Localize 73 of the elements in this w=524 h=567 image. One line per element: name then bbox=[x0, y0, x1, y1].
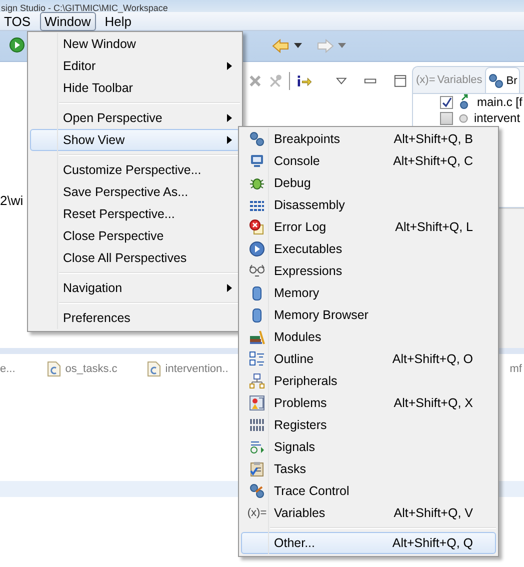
menu-item[interactable]: (x)= Variables Alt+Shift+Q, V bbox=[241, 502, 496, 524]
breakpoint-label: intervent bbox=[474, 111, 520, 125]
menu-item[interactable]: Show View bbox=[30, 129, 240, 151]
editor-tab[interactable]: intervention.. bbox=[147, 361, 228, 377]
submenu-arrow-icon bbox=[226, 62, 232, 70]
menu-bar-item[interactable]: TOS bbox=[0, 12, 36, 30]
menu-item[interactable]: Console Alt+Shift+Q, C bbox=[241, 150, 496, 172]
checkbox[interactable] bbox=[440, 96, 453, 108]
menu-item[interactable]: Hide Toolbar bbox=[30, 77, 240, 99]
menu-item[interactable]: Editor bbox=[30, 55, 240, 77]
menu-item[interactable]: Tasks bbox=[241, 458, 496, 480]
menu-bar-item[interactable]: Window bbox=[40, 12, 96, 30]
books-icon bbox=[249, 329, 265, 345]
menu-item[interactable]: Problems Alt+Shift+Q, X bbox=[241, 392, 496, 414]
breakpoint-icon bbox=[459, 114, 468, 122]
editor-tab[interactable]: mf bbox=[510, 363, 522, 375]
outline-icon bbox=[249, 351, 265, 367]
menu-item[interactable]: Close All Perspectives bbox=[30, 247, 240, 269]
menu-item[interactable]: Signals bbox=[241, 436, 496, 458]
two-circles-icon bbox=[488, 72, 504, 88]
menu-item[interactable]: Executables bbox=[241, 238, 496, 260]
menu-item[interactable]: Debug bbox=[241, 172, 496, 194]
file-icon bbox=[147, 361, 162, 377]
monitor-icon bbox=[249, 153, 265, 169]
menu-item[interactable]: Memory Browser bbox=[241, 304, 496, 326]
menu-item[interactable]: Trace Control bbox=[241, 480, 496, 502]
menu-bar-item[interactable]: Help bbox=[100, 12, 136, 30]
menu-item[interactable]: Reset Perspective... bbox=[30, 203, 240, 225]
minimize-icon[interactable] bbox=[364, 76, 378, 86]
view-menu-icon[interactable] bbox=[336, 77, 348, 85]
menu-item[interactable]: Navigation bbox=[30, 277, 240, 299]
signal-arrow-icon bbox=[249, 439, 265, 455]
menu-item[interactable]: Modules bbox=[241, 326, 496, 348]
menu-item[interactable]: Outline Alt+Shift+Q, O bbox=[241, 348, 496, 370]
binary-digits-icon bbox=[249, 417, 265, 433]
breakpoint-arrow-icon bbox=[459, 94, 471, 110]
menu-item[interactable]: Peripherals bbox=[241, 370, 496, 392]
menu-item[interactable]: Other... Alt+Shift+Q, Q bbox=[241, 532, 496, 554]
file-icon bbox=[47, 361, 62, 377]
editor-tab[interactable]: e... bbox=[0, 363, 16, 375]
error-note-icon bbox=[249, 219, 265, 235]
maximize-icon[interactable] bbox=[394, 74, 407, 88]
run-icon[interactable] bbox=[9, 36, 25, 52]
editor-tab[interactable]: os_tasks.c bbox=[47, 361, 118, 377]
window-title: sign Studio - C:\GIT\MIC\MIC_Workspace bbox=[1, 2, 168, 14]
caret-icon[interactable] bbox=[294, 43, 302, 49]
variables-icon: (x)= bbox=[247, 507, 267, 519]
menu-item[interactable]: Expressions bbox=[241, 260, 496, 282]
breakpoint-label: main.c [f bbox=[477, 95, 522, 109]
glasses-icon bbox=[249, 263, 265, 279]
menu-item[interactable]: Breakpoints Alt+Shift+Q, B bbox=[241, 128, 496, 150]
warning-board-icon bbox=[249, 395, 265, 411]
path-text: 2\wi bbox=[0, 193, 24, 208]
menu-item[interactable]: Preferences bbox=[30, 307, 240, 329]
clipboard-icon bbox=[249, 461, 265, 477]
menu-item[interactable]: Disassembly bbox=[241, 194, 496, 216]
tree-diagram-icon bbox=[249, 373, 265, 389]
menu-item[interactable]: Open Perspective bbox=[30, 107, 240, 129]
play-icon bbox=[249, 241, 265, 257]
submenu-arrow-icon bbox=[226, 114, 232, 122]
step-into-icon[interactable] bbox=[296, 73, 312, 89]
menu-item[interactable]: Customize Perspective... bbox=[30, 159, 240, 181]
view-tab[interactable]: Br bbox=[485, 67, 520, 93]
menu-item[interactable]: Registers bbox=[241, 414, 496, 436]
linked-circles-icon bbox=[249, 483, 265, 499]
submenu-arrow-icon bbox=[226, 284, 232, 292]
menu-item[interactable]: Memory bbox=[241, 282, 496, 304]
submenu-arrow-icon bbox=[226, 136, 232, 144]
menu-item[interactable]: Close Perspective bbox=[30, 225, 240, 247]
menu-item[interactable]: Save Perspective As... bbox=[30, 181, 240, 203]
checkbox[interactable] bbox=[440, 112, 453, 124]
menu-item[interactable]: Error Log Alt+Shift+Q, L bbox=[241, 216, 496, 238]
two-circles-icon bbox=[249, 131, 265, 147]
